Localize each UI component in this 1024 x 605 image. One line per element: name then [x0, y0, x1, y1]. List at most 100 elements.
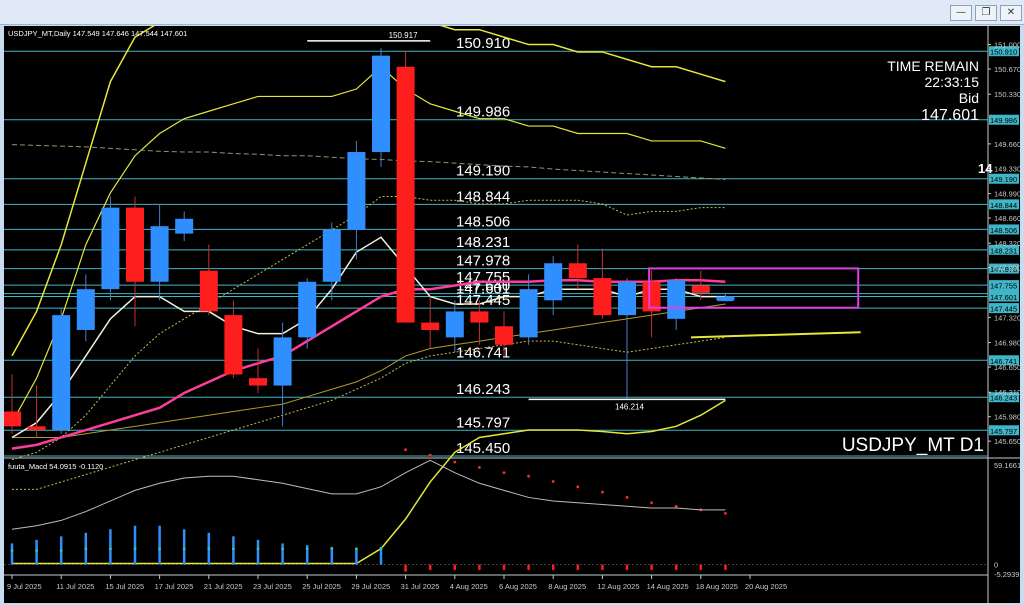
restore-button[interactable]: ❐: [975, 5, 997, 21]
candle-body: [618, 281, 636, 316]
level-price-tag-text: 149.986: [990, 116, 1017, 125]
price-tick-label: 145.980: [994, 413, 1020, 422]
time-remain-value: 22:33:15: [925, 74, 980, 90]
macd-signal-dot: [551, 480, 555, 483]
level-price-tag-text: 145.797: [990, 427, 1017, 436]
macd-signal-dot: [59, 549, 63, 552]
price-tick-label: 147.990: [994, 264, 1020, 273]
price-tick-label: 148.660: [994, 214, 1020, 223]
price-tick-label: 147.320: [994, 313, 1020, 322]
time-tick-label: 11 Jul 2025: [56, 582, 94, 591]
macd-signal-dot: [207, 547, 211, 551]
candle-body: [249, 378, 267, 386]
macd-signal-dot: [601, 490, 604, 494]
time-tick-label: 4 Aug 2025: [450, 582, 488, 591]
candle-body: [175, 218, 194, 234]
candle-body: [470, 311, 489, 323]
macd-signal-dot: [158, 547, 162, 551]
time-tick-label: 29 Jul 2025: [351, 582, 390, 591]
level-label: 148.231: [456, 234, 510, 251]
macd-header: fuuta_Macd 54.0915 -0.1120: [8, 462, 103, 471]
candle-body: [445, 311, 464, 338]
price-tick-label: 146.310: [994, 388, 1020, 397]
candle-body: [372, 55, 390, 153]
price-tick-label: 149.660: [994, 140, 1020, 149]
level-label: 149.190: [456, 163, 510, 180]
price-tick-label: 150.330: [994, 90, 1020, 99]
time-tick-label: 21 Jul 2025: [204, 582, 243, 591]
time-tick-label: 9 Jul 2025: [7, 582, 42, 591]
level-label: 147.445: [456, 292, 510, 309]
macd-signal-dot: [478, 465, 481, 469]
macd-signal-dot: [625, 496, 629, 499]
candle-body: [52, 315, 71, 431]
candle-body: [544, 263, 563, 301]
macd-signal-dot: [355, 547, 358, 551]
level-label: 145.450: [456, 440, 510, 457]
partial-price-label: 14: [978, 161, 993, 176]
candle-body: [322, 229, 341, 282]
time-tick-label: 23 Jul 2025: [253, 582, 292, 591]
candle-body: [347, 152, 366, 230]
candle-body: [4, 411, 21, 427]
price-tick-label: 148.320: [994, 239, 1020, 248]
candle-body: [421, 322, 440, 330]
level-label: 148.844: [456, 188, 510, 205]
macd-signal-dot: [404, 448, 407, 452]
macd-signal-dot: [650, 501, 653, 505]
macd-signal-dot: [35, 549, 38, 552]
macd-zero-tick: 0: [994, 561, 998, 570]
level-label: 147.978: [456, 253, 510, 270]
price-tick-label: 146.650: [994, 363, 1020, 372]
chart-header: USDJPY_MT,Daily 147.549 147.646 147.544 …: [8, 29, 187, 38]
candle-body: [150, 226, 169, 282]
macd-top-tick: 59.1661: [994, 461, 1020, 470]
price-tick-label: 150.670: [994, 65, 1020, 74]
time-tick-label: 18 Aug 2025: [696, 582, 738, 591]
terminal-window: — ❐ ✕ 150.910 150.910 149.986 149.986 149.19…: [0, 0, 1024, 605]
time-tick-label: 14 Aug 2025: [647, 582, 689, 591]
macd-signal-dot: [527, 474, 530, 478]
candle-body: [76, 289, 95, 330]
price-tick-label: 145.650: [994, 437, 1020, 446]
macd-signal-dot: [10, 549, 14, 552]
level-price-tag-text: 147.445: [990, 305, 1017, 314]
macd-signal-dot: [84, 547, 88, 551]
candle-body: [126, 207, 144, 282]
candle-body: [495, 326, 513, 345]
candle-body: [519, 289, 538, 338]
time-tick-label: 15 Jul 2025: [105, 582, 144, 591]
macd-signal-dot: [502, 471, 506, 475]
time-tick-label: 12 Aug 2025: [597, 582, 639, 591]
price-tick-label: 148.990: [994, 190, 1020, 199]
time-tick-label: 6 Aug 2025: [499, 582, 537, 591]
price-chart[interactable]: 150.910 150.910149.986 149.986149.190 149.1…: [4, 26, 1020, 603]
macd-signal-dot: [576, 485, 580, 489]
macd-signal-dot: [232, 547, 235, 551]
low-marker-label: 146.214: [615, 402, 644, 411]
candle-body: [101, 207, 120, 290]
candle-body: [199, 270, 218, 312]
level-price-tag-text: 149.190: [990, 175, 1017, 184]
price-tick-label: 151.000: [994, 41, 1020, 50]
chart-window-titlebar: — ❐ ✕: [0, 0, 1024, 25]
macd-signal-dot: [133, 547, 137, 551]
chart-background: [4, 26, 1020, 603]
level-price-tag-text: 148.844: [990, 201, 1017, 210]
candle-body: [224, 315, 243, 375]
macd-signal-dot: [428, 453, 432, 457]
close-button[interactable]: ✕: [1000, 5, 1022, 21]
level-label: 145.797: [456, 414, 510, 431]
time-tick-label: 25 Jul 2025: [302, 582, 341, 591]
macd-signal-dot: [330, 547, 334, 551]
time-tick-label: 20 Aug 2025: [745, 582, 787, 591]
symbol-watermark: USDJPY_MT D1: [842, 435, 984, 456]
time-tick-label: 17 Jul 2025: [155, 582, 194, 591]
bid-value: 147.601: [921, 107, 979, 124]
macd-signal-dot: [256, 547, 260, 551]
time-remain-label: TIME REMAIN: [887, 58, 979, 74]
level-price-tag-text: 147.601: [990, 293, 1017, 302]
minimize-button[interactable]: —: [950, 5, 972, 21]
macd-signal-dot: [305, 547, 309, 551]
macd-signal-dot: [109, 547, 112, 551]
